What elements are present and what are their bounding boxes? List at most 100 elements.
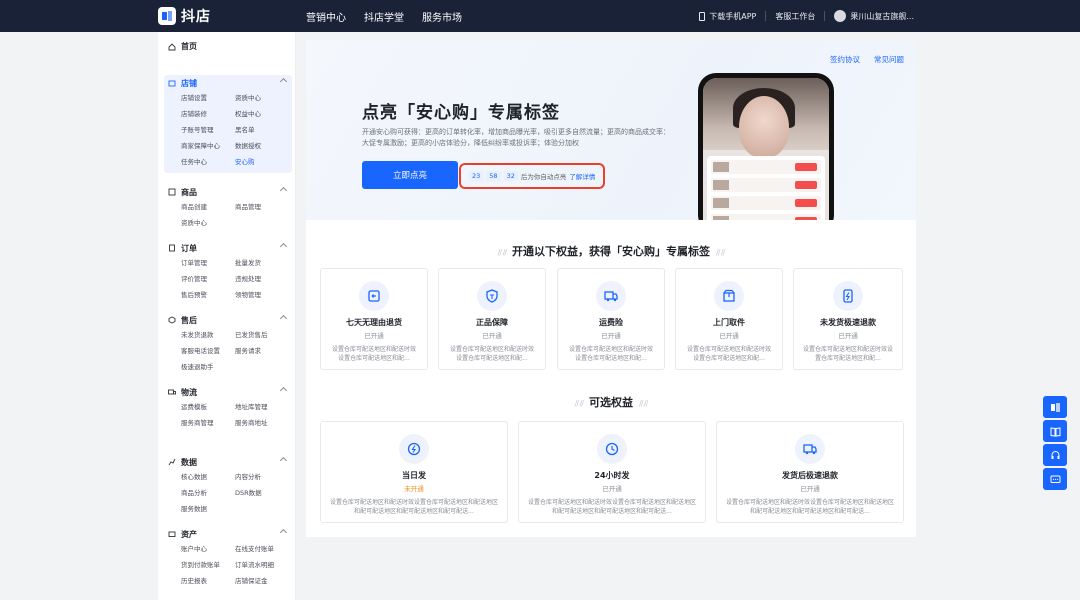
sidebar-group-data-head[interactable]: 数据 — [164, 454, 292, 470]
download-app-link[interactable]: 下载手机APP — [709, 11, 756, 22]
sidebar-item[interactable]: 售后预警 — [181, 289, 235, 301]
logo[interactable]: 抖店 — [158, 6, 211, 26]
sidebar-group-goods-head[interactable]: 商品 — [164, 184, 292, 200]
nav-market[interactable]: 服务市场 — [422, 9, 462, 24]
sidebar-item[interactable]: 内容分析 — [235, 471, 295, 483]
optional-benefit-card[interactable]: 发货后极速退款 已开通 设置仓库可配送地区和配送时效设置仓库可配送地区和配送地区… — [716, 421, 904, 523]
benefit-card[interactable]: 上门取件 已开通 设置仓库可配送地区和配送时效设置仓库可配送地区和配... — [675, 268, 783, 370]
top-bar: 抖店 营销中心 抖店学堂 服务市场 下载手机APP 客服工作台 果川山复古旗舰.… — [0, 0, 1080, 32]
divider — [824, 11, 826, 21]
benefit-card[interactable]: 运费险 已开通 设置仓库可配送地区和配送时效设置仓库可配送地区和配... — [557, 268, 665, 370]
feedback-button[interactable] — [1043, 468, 1067, 490]
product-list-preview — [707, 156, 825, 220]
benefit-status: 已开通 — [482, 332, 502, 340]
sidebar-group-logistics-head[interactable]: 物流 — [164, 384, 292, 400]
benefit-name: 正品保障 — [476, 318, 508, 327]
book-icon — [1050, 426, 1060, 437]
sidebar-item[interactable]: 货到付款账单 — [181, 559, 235, 571]
sidebar-item[interactable]: 服务数据 — [181, 503, 235, 515]
sidebar-item[interactable]: 评价管理 — [181, 273, 235, 285]
service-workbench-link[interactable]: 客服工作台 — [775, 11, 815, 22]
benefit-status: 已开通 — [601, 332, 621, 340]
benefit-desc: 设置仓库可配送地区和配送时效设置仓库可配送地区和配... — [331, 346, 416, 362]
optional-benefit-card[interactable]: 24小时发 已开通 设置仓库可配送地区和配送时效设置仓库可配送地区和配送地区和配… — [518, 421, 706, 523]
chevron-up-icon — [279, 186, 288, 195]
truck-icon — [596, 281, 626, 311]
sidebar-group-goods: 商品 商品创建 商品管理 资质中心 — [164, 184, 292, 229]
sidebar-item[interactable]: 店铺装修 — [181, 108, 235, 120]
chevron-up-icon — [279, 386, 288, 395]
sidebar-item[interactable]: 客服电话设置 — [181, 345, 235, 357]
sidebar-item[interactable]: 店铺设置 — [181, 92, 235, 104]
nav-marketing[interactable]: 营销中心 — [306, 9, 346, 24]
sidebar-group-title: 售后 — [181, 315, 197, 325]
list-item — [711, 196, 821, 210]
sidebar-item[interactable]: 资质中心 — [181, 217, 235, 229]
sidebar-item[interactable]: 极速退助手 — [181, 361, 235, 373]
nav-academy[interactable]: 抖店学堂 — [364, 9, 404, 24]
sidebar-item[interactable]: 商家保障中心 — [181, 140, 235, 152]
sidebar-item[interactable]: 批量发货 — [235, 257, 295, 269]
avatar[interactable] — [834, 10, 847, 22]
hero-banner: 签约协议 常见问题 点亮「安心购」专属标签 开通安心购可获得：更高的订单转化率，… — [306, 40, 916, 220]
sidebar-item[interactable]: 历史报表 — [181, 575, 235, 587]
guide-book-button[interactable] — [1043, 420, 1067, 442]
top-nav: 营销中心 抖店学堂 服务市场 — [306, 0, 462, 32]
sidebar-item[interactable]: 账户中心 — [181, 543, 235, 555]
sidebar-item[interactable]: 店铺保证金 — [235, 575, 295, 587]
sidebar-item[interactable]: 服务商地址 — [235, 417, 295, 429]
sidebar-item-current[interactable]: 安心购 — [235, 156, 295, 168]
sidebar-item[interactable]: DSR数据 — [235, 487, 295, 499]
sidebar-group-title: 物流 — [181, 387, 197, 397]
sidebar-item[interactable]: 核心数据 — [181, 471, 235, 483]
sidebar-group-shop-head[interactable]: 店铺 — [164, 75, 292, 91]
shield-genuine-icon — [477, 281, 507, 311]
sidebar-item[interactable]: 服务商管理 — [181, 417, 235, 429]
sidebar-item[interactable]: 黑名单 — [235, 124, 295, 136]
sidebar-item[interactable]: 商品管理 — [235, 201, 295, 213]
required-section-title: // // 开通以下权益，获得「安心购」专属标签 // // — [306, 243, 916, 259]
benefit-name: 未发货极速退款 — [820, 318, 876, 327]
sidebar-item[interactable]: 商品分析 — [181, 487, 235, 499]
sidebar-item[interactable]: 违规处理 — [235, 273, 295, 285]
sidebar-item[interactable]: 商品创建 — [181, 201, 235, 213]
title-decoration: // // — [716, 248, 725, 257]
countdown-seconds: 32 — [503, 171, 518, 181]
sidebar-item[interactable]: 未发货退款 — [181, 329, 235, 341]
sidebar-item[interactable]: 权益中心 — [235, 108, 295, 120]
sidebar-item-home[interactable]: 首页 — [168, 41, 197, 52]
sidebar-item[interactable]: 订单管理 — [181, 257, 235, 269]
benefit-card[interactable]: 七天无理由退货 已开通 设置仓库可配送地区和配送时效设置仓库可配送地区和配... — [320, 268, 428, 370]
sidebar-item[interactable]: 任务中心 — [181, 156, 235, 168]
chart-icon — [168, 458, 176, 466]
sidebar-item[interactable]: 在线支付账单 — [235, 543, 295, 555]
sidebar-group-orders-head[interactable]: 订单 — [164, 240, 292, 256]
package-pickup-icon — [714, 281, 744, 311]
sidebar-group-aftersale: 售后 未发货退款 已发货售后 客服电话设置 服务请求 极速退助手 — [164, 312, 292, 373]
sidebar-group-assets-head[interactable]: 资产 — [164, 526, 292, 542]
customer-service-button[interactable] — [1043, 444, 1067, 466]
benefit-card[interactable]: 未发货极速退款 已开通 设置仓库可配送地区和配送时效设置仓库可配送地区和配... — [793, 268, 903, 370]
benefit-desc: 设置仓库可配送地区和配送时效设置仓库可配送地区和配送地区和配可配送地区和配可配送… — [726, 499, 895, 515]
clock-icon — [597, 434, 627, 464]
sidebar-item[interactable]: 领物管理 — [235, 289, 295, 301]
sidebar-item[interactable]: 子账号管理 — [181, 124, 235, 136]
sidebar-item[interactable]: 资质中心 — [235, 92, 295, 104]
sidebar-item[interactable]: 地址库管理 — [235, 401, 295, 413]
benefit-status: 未开通 — [404, 485, 424, 493]
agreement-link[interactable]: 签约协议 — [830, 54, 860, 65]
learn-more-link[interactable]: 了解详情 — [569, 171, 595, 181]
sidebar-item[interactable]: 订单流水明细 — [235, 559, 295, 571]
sidebar-group-aftersale-head[interactable]: 售后 — [164, 312, 292, 328]
sidebar-item[interactable]: 数据授权 — [235, 140, 295, 152]
doudian-assistant-button[interactable] — [1043, 396, 1067, 418]
sidebar-item[interactable]: 已发货售后 — [235, 329, 295, 341]
sidebar-item[interactable]: 服务请求 — [235, 345, 295, 357]
faq-link[interactable]: 常见问题 — [874, 54, 904, 65]
benefit-card[interactable]: 正品保障 已开通 设置仓库可配送地区和配送时效设置仓库可配送地区和配... — [438, 268, 546, 370]
sidebar-item[interactable]: 运费模板 — [181, 401, 235, 413]
optional-benefit-card[interactable]: 当日发 未开通 设置仓库可配送地区和配送时效设置仓库可配送地区和配送地区和配可配… — [320, 421, 508, 523]
chevron-up-icon — [279, 456, 288, 465]
light-up-button[interactable]: 立即点亮 — [362, 161, 458, 189]
shop-name[interactable]: 果川山复古旗舰... — [850, 11, 914, 22]
